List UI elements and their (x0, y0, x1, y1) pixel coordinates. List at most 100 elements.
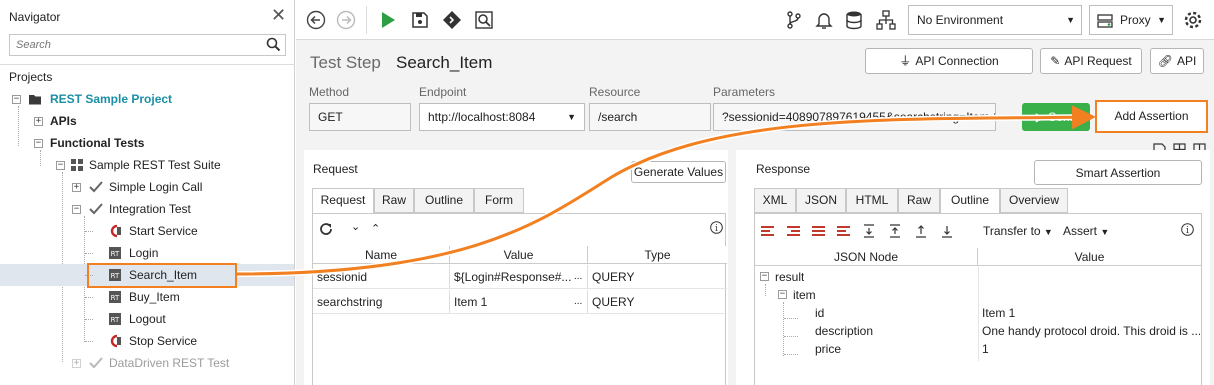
json-value[interactable]: Item 1 (982, 304, 1200, 322)
add-assertion-button[interactable]: Add Assertion (1095, 100, 1208, 133)
column-header-type[interactable]: Type (588, 246, 727, 264)
test-step-label: Test Step (310, 53, 381, 72)
param-name-cell[interactable]: searchstring (313, 290, 450, 314)
chevron-down-icon[interactable]: ⌄ (351, 220, 360, 233)
toolbar: No Environment ▼ Proxy ▼ (296, 0, 1214, 40)
json-node[interactable]: result (775, 268, 804, 286)
search-icon[interactable] (266, 37, 281, 52)
column-label: Value (503, 248, 534, 262)
align-icon[interactable] (787, 226, 800, 237)
collapse-icon[interactable] (889, 224, 901, 238)
move-up-icon[interactable] (915, 224, 927, 238)
close-icon[interactable]: ✕ (271, 5, 286, 25)
align-icon[interactable] (761, 226, 774, 237)
back-icon[interactable] (304, 8, 328, 32)
tree-item-label: DataDriven REST Test (109, 356, 230, 370)
tab-xml[interactable]: XML (754, 188, 796, 213)
align-icon[interactable] (812, 226, 825, 237)
check-icon (89, 203, 103, 215)
tab-json[interactable]: JSON (796, 188, 846, 213)
tab-request[interactable]: Request (312, 188, 374, 214)
send-button[interactable]: ▶ Send (1022, 103, 1090, 131)
param-value-cell[interactable]: ${Login#Response#... (450, 265, 588, 289)
column-header-value[interactable]: Value (450, 246, 588, 264)
run-icon[interactable] (376, 8, 400, 32)
chevron-down-icon: ▼ (1157, 15, 1166, 25)
json-node[interactable]: item (793, 286, 816, 304)
bell-icon[interactable] (812, 8, 836, 32)
json-value[interactable]: One handy protocol droid. This droid is … (982, 322, 1200, 340)
parameters-label: Parameters (713, 85, 776, 99)
highlight-box (87, 263, 237, 288)
json-node[interactable]: price (815, 340, 841, 358)
search-input[interactable] (10, 35, 250, 55)
smart-assertion-button[interactable]: Smart Assertion (1034, 160, 1202, 185)
move-down-icon[interactable] (941, 224, 953, 238)
tab-raw[interactable]: Raw (898, 188, 940, 213)
api-request-button[interactable]: ✎ API Request (1040, 48, 1142, 74)
more-icon[interactable]: ... (574, 296, 582, 307)
tab-raw[interactable]: Raw (374, 188, 414, 213)
environment-dropdown[interactable]: No Environment ▼ (908, 5, 1082, 35)
resource-field[interactable]: /search (589, 103, 711, 131)
tab-overview[interactable]: Overview (1000, 188, 1068, 213)
settings-icon[interactable] (1181, 8, 1205, 32)
more-icon[interactable]: ... (574, 271, 582, 282)
param-name-cell[interactable]: sessionid (313, 265, 450, 289)
parameters-field[interactable]: ?sessionid=408907897619455&searchstring=… (713, 103, 996, 131)
network-icon[interactable] (874, 8, 898, 32)
tree-item-start-service[interactable]: Start Service (0, 220, 294, 242)
method-field[interactable]: GET (309, 103, 411, 131)
database-icon[interactable] (842, 8, 866, 32)
svg-text:i: i (1186, 226, 1189, 236)
tree-item-integration-test[interactable]: − Integration Test (0, 198, 294, 220)
projects-label: Projects (9, 70, 53, 84)
tree-item-logout[interactable]: RT Logout (0, 308, 294, 330)
transfer-to-menu[interactable]: Transfer to ▼ (983, 224, 1053, 238)
tab-label: Outline (424, 193, 464, 207)
param-type-cell[interactable]: QUERY (588, 265, 727, 289)
save-icon[interactable] (408, 8, 432, 32)
forward-icon[interactable] (334, 8, 358, 32)
param-type-cell[interactable]: QUERY (588, 290, 727, 314)
chevron-down-icon: ▼ (567, 112, 576, 122)
collapse-toggle[interactable]: − (760, 272, 769, 281)
tree-item-project[interactable]: − REST Sample Project (0, 88, 294, 110)
json-node[interactable]: id (815, 304, 824, 322)
tab-outline[interactable]: Outline (940, 188, 1000, 214)
scan-icon[interactable] (472, 8, 496, 32)
tree-item-suite[interactable]: − Sample REST Test Suite (0, 154, 294, 176)
column-header-json-node[interactable]: JSON Node (755, 248, 978, 266)
tree-item-login[interactable]: RT Login (0, 242, 294, 264)
param-value-cell[interactable]: Item 1 (450, 290, 588, 314)
json-value[interactable]: 1 (982, 340, 1200, 358)
api-button[interactable]: 🔗︎ API (1150, 48, 1204, 74)
branch-icon[interactable] (782, 8, 806, 32)
json-node[interactable]: description (815, 322, 873, 340)
column-header-name[interactable]: Name (313, 246, 450, 264)
endpoint-dropdown[interactable]: http://localhost:8084 ▼ (419, 103, 585, 131)
chevron-up-icon[interactable]: ⌃ (371, 222, 380, 235)
tree-item-buy-item[interactable]: RT Buy_Item (0, 286, 294, 308)
tree-item-datadriven[interactable]: + DataDriven REST Test (0, 352, 294, 374)
plug-icon: ⏚ (899, 54, 912, 68)
tree-item-apis[interactable]: + APIs (0, 110, 294, 132)
info-icon[interactable]: i (710, 221, 723, 234)
assert-menu[interactable]: Assert ▼ (1063, 224, 1109, 238)
expand-icon[interactable] (863, 224, 875, 238)
tree-item-stop-service[interactable]: Stop Service (0, 330, 294, 352)
refresh-icon[interactable] (319, 222, 333, 236)
tab-form[interactable]: Form (474, 188, 524, 213)
generate-values-button[interactable]: Generate Values (631, 161, 726, 183)
tree-item-functional-tests[interactable]: − Functional Tests (0, 132, 294, 154)
tab-html[interactable]: HTML (846, 188, 898, 213)
diamond-icon[interactable] (440, 8, 464, 32)
align-icon[interactable] (837, 226, 850, 237)
tree-item-simple-login[interactable]: + Simple Login Call (0, 176, 294, 198)
collapse-toggle[interactable]: − (778, 290, 787, 299)
tab-outline[interactable]: Outline (414, 188, 474, 213)
column-header-value[interactable]: Value (978, 248, 1201, 266)
info-icon[interactable]: i (1181, 223, 1194, 236)
proxy-dropdown[interactable]: Proxy ▼ (1089, 5, 1173, 35)
api-connection-button[interactable]: ⏚ API Connection (865, 48, 1033, 74)
